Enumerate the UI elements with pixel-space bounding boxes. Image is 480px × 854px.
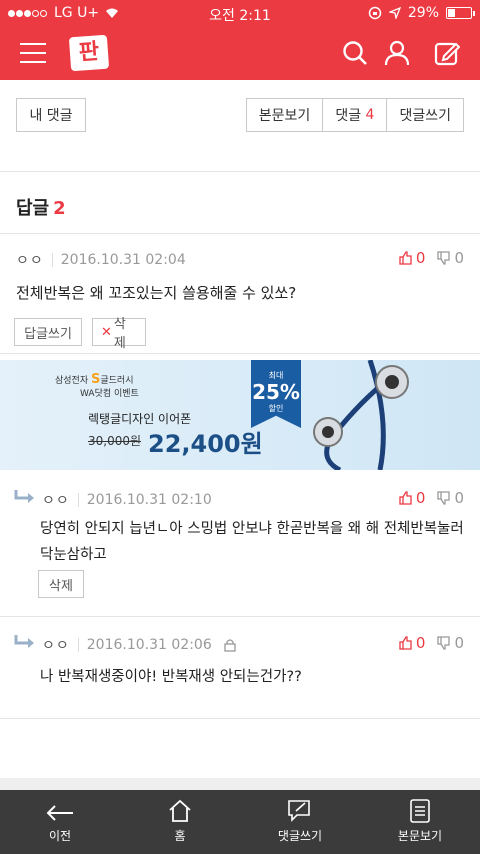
toolbar-button-group: 본문보기 댓글 4 댓글쓰기 [245, 98, 464, 132]
earphones-image [313, 360, 409, 470]
comment-date: 2016.10.31 02:10 [86, 492, 212, 508]
nav-back[interactable]: 이전 [0, 790, 120, 854]
footer-spacer [0, 778, 480, 790]
nav-write-comment[interactable]: 댓글쓰기 [240, 790, 360, 854]
ad-discount-badge: 최대 25% 할인 [251, 360, 301, 428]
write-comment-button[interactable]: 댓글쓰기 [387, 99, 463, 131]
ad-brand-suffix: 글드러시 [100, 376, 134, 386]
nav-write-label: 댓글쓰기 [277, 829, 323, 843]
replies-title: 답글 [16, 198, 50, 219]
app-header: 판 [0, 26, 480, 80]
nav-back-label: 이전 [48, 829, 72, 843]
reply-button[interactable]: 답글쓰기 [14, 318, 82, 346]
ad-banner[interactable]: 삼성전자 S글드러시 WA닷컴 이벤트 렉탱글디자인 이어폰 30,000원 2… [0, 360, 480, 470]
menu-icon[interactable] [20, 43, 46, 63]
comment-date: 2016.10.31 02:06 [86, 637, 212, 653]
search-icon[interactable] [342, 40, 368, 66]
ad-discount-percent: 25% [252, 380, 300, 404]
delete-label: 삭제 [113, 317, 126, 351]
comment-meta: ㅇㅇ 2016.10.31 02:10 [42, 490, 212, 510]
battery-icon [446, 7, 475, 19]
dislike-button[interactable]: 0 [437, 489, 464, 507]
comment-text: 당연히 안되지 늡년ㄴ아 스밍법 안보냐 한곧반복을 왜 해 전체반복눌러 닥눈… [40, 521, 464, 563]
nav-view-label: 본문보기 [397, 829, 443, 843]
thumbs-up-icon [399, 636, 412, 650]
my-comments-button[interactable]: 내 댓글 [16, 98, 86, 132]
bottom-nav: 이전 홈 댓글쓰기 본문보기 [0, 790, 480, 854]
document-icon [410, 799, 430, 823]
user-icon[interactable] [384, 40, 410, 66]
edit-icon[interactable] [434, 40, 460, 66]
home-icon [169, 799, 191, 822]
comment-text: 나 반복재생중이야! 반복재생 안되는건가?? [40, 669, 302, 685]
like-button[interactable]: 0 [399, 249, 426, 267]
view-post-button[interactable]: 본문보기 [247, 99, 324, 131]
nav-view-post[interactable]: 본문보기 [360, 790, 480, 854]
comment-meta: ㅇㅇ 2016.10.31 02:06 [42, 635, 236, 655]
back-arrow-icon [46, 805, 73, 821]
nav-home[interactable]: 홈 [120, 790, 240, 854]
ad-discount-bottom: 할인 [268, 404, 284, 413]
reply-arrow-icon [14, 490, 34, 503]
like-button[interactable]: 0 [399, 489, 426, 507]
comment-text: 전체반복은 왜 꼬조있는지 쓸용해줄 수 있쏘? [16, 284, 297, 302]
ad-brand-prefix: 삼성전자 [55, 376, 89, 386]
ad-brand-logo: S [91, 372, 101, 387]
rotation-lock-icon [368, 6, 382, 20]
status-bar: LG U+ 오전 2:11 29% [0, 0, 480, 26]
comments-tab[interactable]: 댓글 4 [323, 99, 388, 131]
comment-item: ㅇㅇ 2016.10.31 02:04 0 0 전체반복은 왜 꼬조있는지 쓸용… [0, 234, 480, 354]
comment-nickname: ㅇㅇ [42, 638, 70, 654]
comments-count: 4 [365, 107, 375, 123]
comment-toolbar: 내 댓글 본문보기 댓글 4 댓글쓰기 [0, 80, 480, 172]
like-button[interactable]: 0 [399, 634, 426, 652]
thumbs-down-icon [437, 491, 451, 505]
thumbs-up-icon [399, 251, 412, 265]
delete-button[interactable]: ✕ 삭제 [92, 317, 146, 351]
location-icon [388, 7, 401, 19]
dislike-count: 0 [454, 489, 464, 507]
like-count: 0 [415, 489, 426, 507]
comment-edit-icon [288, 800, 310, 822]
reply-item: ㅇㅇ 2016.10.31 02:06 0 0 나 반복재생중이야! 반복재생 … [0, 617, 480, 719]
ad-new-price: 22,400원 [148, 430, 263, 458]
comments-tab-label: 댓글 [335, 108, 362, 124]
dislike-count: 0 [454, 634, 464, 652]
like-count: 0 [415, 249, 426, 267]
replies-header: 답글 2 [0, 172, 480, 234]
ad-event: WA닷컴 이벤트 [80, 389, 139, 399]
comment-meta: ㅇㅇ 2016.10.31 02:04 [16, 250, 186, 270]
dislike-button[interactable]: 0 [437, 634, 464, 652]
replies-count: 2 [53, 198, 66, 219]
nav-home-label: 홈 [174, 829, 186, 843]
delete-button[interactable]: 삭제 [38, 570, 84, 598]
like-count: 0 [415, 634, 426, 652]
battery-percent: 29% [407, 5, 439, 21]
app-logo[interactable]: 판 [68, 34, 110, 72]
reply-arrow-icon [14, 635, 34, 648]
ad-old-price: 30,000원 [88, 434, 142, 448]
close-icon: ✕ [101, 324, 112, 340]
lock-icon [224, 639, 236, 652]
dislike-button[interactable]: 0 [437, 249, 464, 267]
comment-nickname: ㅇㅇ [42, 493, 70, 509]
thumbs-down-icon [437, 251, 451, 265]
comment-date: 2016.10.31 02:04 [60, 252, 186, 268]
comment-nickname: ㅇㅇ [16, 253, 44, 269]
thumbs-down-icon [437, 636, 451, 650]
dislike-count: 0 [454, 249, 464, 267]
reply-item: ㅇㅇ 2016.10.31 02:10 0 0 당연히 안되지 늡년ㄴ아 스밍법… [0, 470, 480, 617]
thumbs-up-icon [399, 491, 412, 505]
